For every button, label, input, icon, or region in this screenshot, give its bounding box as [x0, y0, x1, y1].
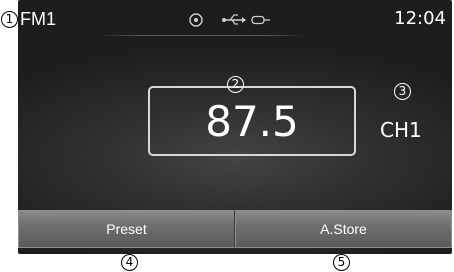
- preset-button[interactable]: Preset: [18, 210, 235, 248]
- auto-store-button[interactable]: A.Store: [235, 210, 452, 248]
- radio-screen: FM1 12:04 87.5 CH1 Preset A.Store: [18, 0, 452, 254]
- channel-label: CH1: [380, 118, 422, 142]
- callout-marker-4: 4: [121, 254, 138, 271]
- callout-marker-1: 1: [1, 11, 18, 28]
- status-divider: [98, 35, 306, 36]
- aux-input-icon: [251, 15, 270, 25]
- status-icons: [189, 13, 270, 27]
- status-bar: FM1 12:04: [18, 0, 452, 36]
- frequency-value: 87.5: [205, 97, 299, 146]
- usb-icon: [222, 14, 246, 25]
- frequency-display[interactable]: 87.5: [148, 86, 356, 156]
- clock-time: 12:04: [394, 8, 446, 29]
- callout-marker-2: 2: [227, 76, 244, 93]
- source-label: FM1: [20, 9, 56, 29]
- callout-marker-3: 3: [394, 83, 411, 100]
- bottom-button-bar: Preset A.Store: [18, 210, 452, 254]
- callout-marker-5: 5: [333, 254, 350, 271]
- disc-icon: [189, 13, 203, 27]
